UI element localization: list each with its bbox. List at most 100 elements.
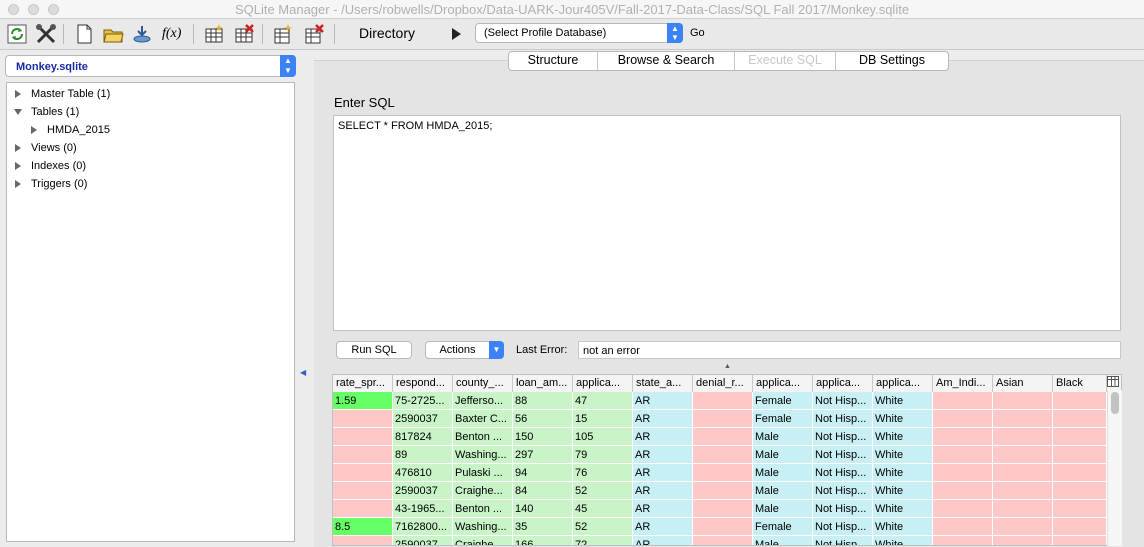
table-cell[interactable]: Not Hisp...	[813, 518, 873, 536]
table-cell[interactable]	[993, 446, 1053, 464]
table-cell[interactable]: 52	[573, 518, 633, 536]
create-table-icon[interactable]	[203, 23, 225, 45]
table-cell[interactable]: White	[873, 482, 933, 500]
table-cell[interactable]: 140	[513, 500, 573, 518]
table-cell[interactable]	[1053, 410, 1107, 428]
table-cell[interactable]: Female	[753, 518, 813, 536]
column-header[interactable]: state_a...	[633, 375, 693, 392]
refresh-icon[interactable]	[6, 23, 28, 45]
table-cell[interactable]	[933, 482, 993, 500]
column-header[interactable]: county_...	[453, 375, 513, 392]
grid-scrollbar[interactable]	[1107, 390, 1122, 546]
table-cell[interactable]: Female	[753, 392, 813, 410]
column-header[interactable]: applica...	[573, 375, 633, 392]
table-cell[interactable]: 166	[513, 536, 573, 545]
table-cell[interactable]: 2590037	[393, 536, 453, 545]
table-cell[interactable]	[993, 392, 1053, 410]
tab-execute-sql[interactable]: Execute SQL	[735, 52, 836, 70]
table-cell[interactable]	[933, 392, 993, 410]
table-cell[interactable]	[1053, 428, 1107, 446]
table-cell[interactable]: Not Hisp...	[813, 464, 873, 482]
tree-item-views[interactable]: Views (0)	[13, 142, 77, 154]
disclosure-down-icon[interactable]	[14, 109, 22, 115]
table-cell[interactable]: AR	[633, 518, 693, 536]
table-cell[interactable]	[993, 428, 1053, 446]
table-cell[interactable]: Benton ...	[453, 500, 513, 518]
table-cell[interactable]: 1.59	[333, 392, 393, 410]
table-cell[interactable]	[993, 518, 1053, 536]
table-cell[interactable]: Male	[753, 536, 813, 545]
table-cell[interactable]: 43-1965...	[393, 500, 453, 518]
column-header[interactable]: rate_spr...	[333, 375, 393, 392]
column-header[interactable]: applica...	[873, 375, 933, 392]
table-cell[interactable]	[933, 518, 993, 536]
drop-table-icon[interactable]	[233, 23, 255, 45]
table-cell[interactable]: AR	[633, 410, 693, 428]
disclosure-right-icon[interactable]	[15, 90, 21, 98]
table-cell[interactable]: 7162800...	[393, 518, 453, 536]
table-cell[interactable]: Male	[753, 446, 813, 464]
directory-label[interactable]: Directory	[359, 25, 415, 41]
table-cell[interactable]	[933, 410, 993, 428]
table-cell[interactable]: Benton ...	[453, 428, 513, 446]
column-header[interactable]: Black	[1053, 375, 1107, 392]
table-cell[interactable]	[1053, 536, 1107, 545]
table-cell[interactable]	[693, 410, 753, 428]
disclosure-right-icon[interactable]	[15, 180, 21, 188]
actions-button[interactable]: Actions ▼	[425, 341, 504, 359]
table-cell[interactable]: AR	[633, 428, 693, 446]
disclosure-right-icon[interactable]	[15, 144, 21, 152]
open-folder-icon[interactable]	[102, 23, 124, 45]
table-cell[interactable]	[993, 482, 1053, 500]
table-cell[interactable]: White	[873, 518, 933, 536]
table-cell[interactable]	[333, 428, 393, 446]
table-cell[interactable]: 817824	[393, 428, 453, 446]
table-cell[interactable]	[333, 464, 393, 482]
table-cell[interactable]: Washing...	[453, 446, 513, 464]
table-cell[interactable]	[693, 428, 753, 446]
profile-database-select[interactable]: (Select Profile Database) ▲ ▼	[475, 23, 683, 43]
tree-item-triggers[interactable]: Triggers (0)	[13, 178, 87, 190]
table-cell[interactable]	[693, 482, 753, 500]
table-cell[interactable]: 105	[573, 428, 633, 446]
table-cell[interactable]: Washing...	[453, 518, 513, 536]
table-cell[interactable]: Not Hisp...	[813, 410, 873, 428]
tab-browse-search[interactable]: Browse & Search	[598, 52, 735, 70]
table-cell[interactable]: Male	[753, 464, 813, 482]
disclosure-right-icon[interactable]	[15, 162, 21, 170]
table-cell[interactable]: Not Hisp...	[813, 446, 873, 464]
table-cell[interactable]: AR	[633, 482, 693, 500]
table-cell[interactable]: 476810	[393, 464, 453, 482]
column-header[interactable]: Asian	[993, 375, 1053, 392]
table-cell[interactable]	[933, 536, 993, 545]
function-icon[interactable]: f(x)	[162, 26, 184, 48]
table-cell[interactable]	[933, 446, 993, 464]
table-cell[interactable]	[993, 464, 1053, 482]
table-cell[interactable]: Male	[753, 500, 813, 518]
table-cell[interactable]	[993, 500, 1053, 518]
table-cell[interactable]: 84	[513, 482, 573, 500]
table-cell[interactable]	[933, 500, 993, 518]
table-cell[interactable]: 2590037	[393, 410, 453, 428]
table-cell[interactable]	[333, 410, 393, 428]
tree-item-tables[interactable]: Tables (1)	[13, 106, 79, 118]
table-cell[interactable]: AR	[633, 464, 693, 482]
sql-editor[interactable]: SELECT * FROM HMDA_2015;	[333, 115, 1121, 331]
table-cell[interactable]	[993, 410, 1053, 428]
table-cell[interactable]	[693, 518, 753, 536]
table-cell[interactable]: 75-2725...	[393, 392, 453, 410]
table-cell[interactable]: 88	[513, 392, 573, 410]
create-index-icon[interactable]	[272, 23, 294, 45]
table-cell[interactable]	[333, 482, 393, 500]
table-cell[interactable]: 150	[513, 428, 573, 446]
disclosure-right-icon[interactable]	[31, 126, 37, 134]
table-cell[interactable]: Male	[753, 428, 813, 446]
table-cell[interactable]: White	[873, 428, 933, 446]
table-cell[interactable]: Not Hisp...	[813, 500, 873, 518]
table-cell[interactable]: 15	[573, 410, 633, 428]
table-cell[interactable]: AR	[633, 392, 693, 410]
table-cell[interactable]	[333, 536, 393, 545]
table-cell[interactable]	[333, 446, 393, 464]
table-cell[interactable]: White	[873, 464, 933, 482]
table-cell[interactable]	[693, 392, 753, 410]
